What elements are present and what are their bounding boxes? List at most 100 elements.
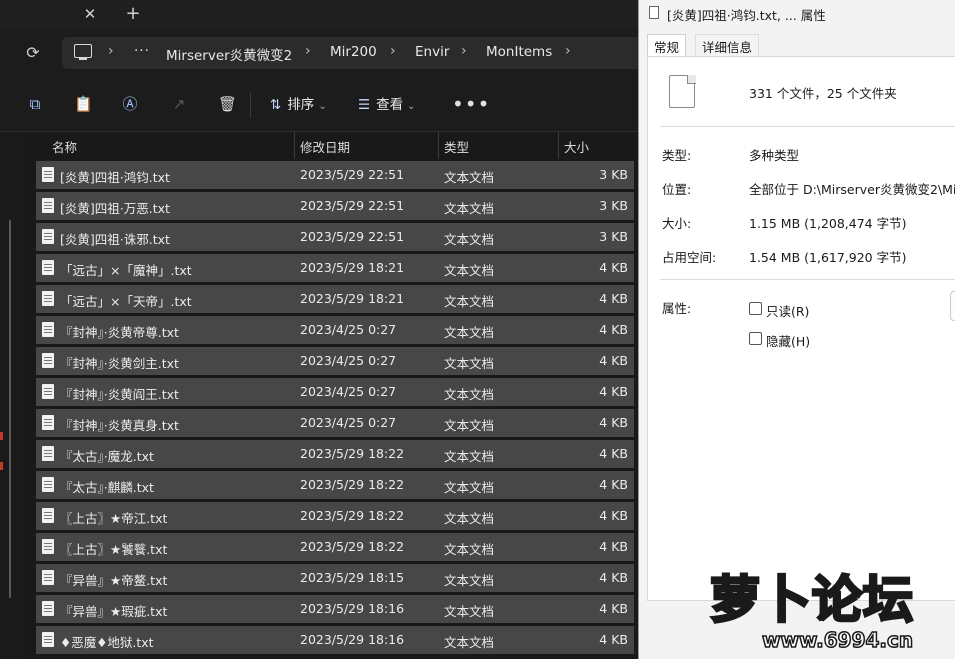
file-type: 文本文档 <box>444 294 495 309</box>
file-row[interactable]: 「远古」×「魔神」.txt 2023/5/29 18:21 文本文档 4 KB <box>36 254 634 282</box>
breadcrumb-item[interactable]: MonItems <box>486 44 552 60</box>
file-date: 2023/5/29 18:22 <box>300 477 405 492</box>
size-label: 大小: <box>662 216 692 231</box>
sort-button[interactable]: ⇅ 排序 ⌄ <box>270 93 327 115</box>
file-type: 文本文档 <box>444 480 495 495</box>
file-size: 4 KB <box>599 477 628 492</box>
column-header-row: ⌃ 名称 修改日期 类型 大小 <box>26 132 640 159</box>
rename-icon[interactable]: Ⓐ <box>121 95 139 113</box>
general-tab-panel: 331 个文件，25 个文件夹 类型: 多种类型 位置: 全部位于 D:\Mir… <box>647 56 955 601</box>
file-size: 4 KB <box>599 260 628 275</box>
file-row[interactable]: 『封神』·炎黄剑主.txt 2023/4/25 0:27 文本文档 4 KB <box>36 347 634 375</box>
file-row[interactable]: 『太古』·魔龙.txt 2023/5/29 18:22 文本文档 4 KB <box>36 440 634 468</box>
file-date: 2023/4/25 0:27 <box>300 322 397 337</box>
readonly-checkbox[interactable] <box>749 302 762 315</box>
dialog-title-bar: [炎黄]四祖·鸿钧.txt, ... 属性 <box>639 0 955 30</box>
tab-general[interactable]: 常规 <box>647 34 687 57</box>
chevron-down-icon: ⌄ <box>318 101 327 112</box>
file-row[interactable]: 『封神』·炎黄真身.txt 2023/4/25 0:27 文本文档 4 KB <box>36 409 634 437</box>
dialog-title: [炎黄]四祖·鸿钧.txt, ... 属性 <box>667 8 826 23</box>
breadcrumb-item[interactable]: Envir <box>415 44 449 60</box>
file-name: ♦恶魔♦地狱.txt <box>60 635 154 650</box>
column-header-date[interactable]: 修改日期 <box>300 137 350 156</box>
refresh-icon[interactable]: ⟳ <box>22 42 44 64</box>
file-row[interactable]: 『封神』·炎黄阎王.txt 2023/4/25 0:27 文本文档 4 KB <box>36 378 634 406</box>
file-name: 『异兽』★帝鳌.txt <box>60 573 168 588</box>
paste-icon[interactable]: 📋 <box>74 95 93 113</box>
file-date: 2023/5/29 22:51 <box>300 229 405 244</box>
size-value: 1.15 MB (1,208,474 字节) <box>749 216 907 231</box>
file-type: 文本文档 <box>444 356 495 371</box>
share-icon[interactable]: ↗ <box>170 95 188 113</box>
file-name: 〖上古〗★饕餮.txt <box>60 542 168 557</box>
file-date: 2023/5/29 18:16 <box>300 632 405 647</box>
file-row[interactable]: [炎黄]四祖·鸿钧.txt 2023/5/29 22:51 文本文档 3 KB <box>36 161 634 189</box>
address-row: ⟳ › ··· Mirserver炎黄微变2 › Mir200 › Envir … <box>0 30 662 76</box>
this-pc-icon[interactable] <box>74 44 92 60</box>
file-type: 文本文档 <box>444 263 495 278</box>
file-size: 4 KB <box>599 570 628 585</box>
chevron-right-icon: › <box>305 43 311 59</box>
more-options-icon[interactable]: ••• <box>452 92 490 116</box>
file-date: 2023/5/29 18:16 <box>300 601 405 616</box>
file-name: 『封神』·炎黄真身.txt <box>60 418 179 433</box>
breadcrumb-item[interactable]: Mirserver炎黄微变2 <box>166 44 292 64</box>
location-label: 位置: <box>662 182 692 197</box>
file-row[interactable]: 「远古」×「天帝」.txt 2023/5/29 18:21 文本文档 4 KB <box>36 285 634 313</box>
file-date: 2023/5/29 18:15 <box>300 570 405 585</box>
file-row[interactable]: 〖上古〗★帝江.txt 2023/5/29 18:22 文本文档 4 KB <box>36 502 634 530</box>
hidden-checkbox[interactable] <box>749 332 762 345</box>
nav-marker <box>0 462 3 470</box>
breadcrumb-overflow[interactable]: ··· <box>134 43 150 59</box>
file-name: 「远古」×「魔神」.txt <box>60 263 192 278</box>
text-file-icon <box>42 601 54 616</box>
chevron-right-icon: › <box>108 43 114 59</box>
column-header-name[interactable]: 名称 <box>52 137 77 156</box>
divider <box>660 279 955 280</box>
text-file-icon <box>42 167 54 182</box>
column-divider[interactable] <box>438 132 439 159</box>
column-divider[interactable] <box>558 132 559 159</box>
view-button[interactable]: ☰ 查看 ⌄ <box>358 93 416 115</box>
column-header-size[interactable]: 大小 <box>564 137 589 156</box>
nav-scrollbar[interactable] <box>9 220 11 598</box>
column-divider[interactable] <box>294 132 295 159</box>
file-row[interactable]: 〖上古〗★饕餮.txt 2023/5/29 18:22 文本文档 4 KB <box>36 533 634 561</box>
breadcrumb-item[interactable]: Mir200 <box>330 44 377 60</box>
text-file-icon <box>42 322 54 337</box>
file-row[interactable]: [炎黄]四祖·万恶.txt 2023/5/29 22:51 文本文档 3 KB <box>36 192 634 220</box>
file-row[interactable]: 『异兽』★帝鳌.txt 2023/5/29 18:15 文本文档 4 KB <box>36 564 634 592</box>
text-file-icon <box>42 446 54 461</box>
file-row[interactable]: 『异兽』★瑕疵.txt 2023/5/29 18:16 文本文档 4 KB <box>36 595 634 623</box>
text-file-icon <box>42 508 54 523</box>
navigation-pane <box>0 132 26 659</box>
advanced-button[interactable] <box>950 291 955 321</box>
sort-label: 排序 <box>287 97 315 113</box>
copy-icon[interactable]: ⧉ <box>26 95 44 113</box>
file-row[interactable]: ♦恶魔♦地狱.txt 2023/5/29 18:16 文本文档 4 KB <box>36 626 634 654</box>
attributes-label: 属性: <box>662 301 692 316</box>
file-size: 3 KB <box>599 198 628 213</box>
text-file-icon <box>42 353 54 368</box>
delete-icon[interactable]: 🗑 <box>218 95 237 113</box>
hidden-label[interactable]: 隐藏(H) <box>766 331 810 350</box>
tab-details[interactable]: 详细信息 <box>695 34 760 57</box>
file-row[interactable]: 『封神』·炎黄帝尊.txt 2023/4/25 0:27 文本文档 4 KB <box>36 316 634 344</box>
file-name: 『封神』·炎黄阎王.txt <box>60 387 179 402</box>
explorer-tab-bar: ✕ + <box>0 0 640 30</box>
file-row[interactable]: [炎黄]四祖·诛邪.txt 2023/5/29 22:51 文本文档 3 KB <box>36 223 634 251</box>
file-explorer-window: ✕ + ⟳ › ··· Mirserver炎黄微变2 › Mir200 › En… <box>0 0 662 659</box>
file-row[interactable]: 『太古』·麒麟.txt 2023/5/29 18:22 文本文档 4 KB <box>36 471 634 499</box>
chevron-right-icon: › <box>461 43 467 59</box>
column-header-type[interactable]: 类型 <box>444 137 469 156</box>
close-tab-icon[interactable]: ✕ <box>78 3 102 25</box>
address-bar[interactable]: › ··· Mirserver炎黄微变2 › Mir200 › Envir › … <box>62 37 662 69</box>
readonly-label[interactable]: 只读(R) <box>766 301 809 320</box>
location-value: 全部位于 D:\Mirserver炎黄微变2\Mir2 <box>749 182 955 197</box>
disk-size-label: 占用空间: <box>662 250 717 265</box>
file-size: 4 KB <box>599 601 628 616</box>
new-tab-icon[interactable]: + <box>121 3 145 25</box>
file-type: 文本文档 <box>444 232 495 247</box>
chevron-down-icon: ⌄ <box>407 101 416 112</box>
file-date: 2023/4/25 0:27 <box>300 415 397 430</box>
